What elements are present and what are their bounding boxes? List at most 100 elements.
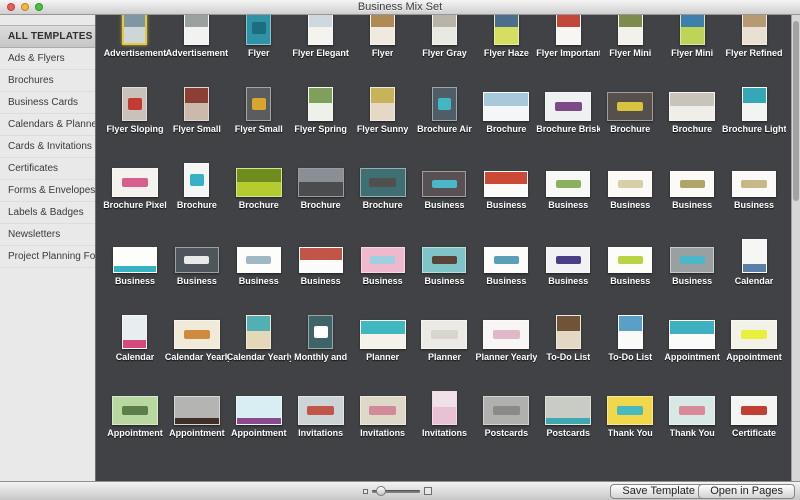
- template-cell[interactable]: Business: [537, 145, 599, 221]
- template-cell[interactable]: Business: [537, 221, 599, 297]
- template-cell[interactable]: Appointment: [104, 373, 166, 449]
- template-thumbnail[interactable]: [360, 396, 406, 425]
- template-cell[interactable]: Brochure: [352, 145, 414, 221]
- template-cell[interactable]: Flyer Spring: [290, 69, 352, 145]
- template-thumbnail[interactable]: [483, 396, 529, 425]
- template-cell[interactable]: Flyer Mini: [599, 15, 661, 69]
- template-cell[interactable]: Invitations: [414, 373, 476, 449]
- template-cell[interactable]: Thank You: [661, 373, 723, 449]
- sidebar-item-cards-invitations[interactable]: Cards & Invitations: [0, 136, 95, 158]
- sidebar-item-certificates[interactable]: Certificates: [0, 158, 95, 180]
- template-cell[interactable]: [723, 449, 785, 481]
- template-cell[interactable]: Appointment: [723, 297, 785, 373]
- template-cell[interactable]: Flyer Elegant: [290, 15, 352, 69]
- template-cell[interactable]: To-Do List: [537, 297, 599, 373]
- template-cell[interactable]: Flyer Important: [537, 15, 599, 69]
- template-thumbnail[interactable]: [112, 396, 158, 425]
- template-cell[interactable]: [475, 449, 537, 481]
- vertical-scrollbar[interactable]: [791, 15, 800, 481]
- template-thumbnail[interactable]: [732, 171, 776, 197]
- template-cell[interactable]: Brochure Pixel: [104, 145, 166, 221]
- template-thumbnail[interactable]: [483, 92, 529, 121]
- template-cell[interactable]: Planner: [414, 297, 476, 373]
- template-thumbnail[interactable]: [608, 247, 652, 273]
- template-thumbnail[interactable]: [308, 315, 333, 349]
- template-cell[interactable]: [599, 449, 661, 481]
- template-cell[interactable]: Brochure Brisk: [537, 69, 599, 145]
- save-template-button[interactable]: Save Template: [610, 484, 707, 499]
- template-thumbnail[interactable]: [484, 247, 528, 273]
- template-cell[interactable]: Business: [228, 221, 290, 297]
- template-thumbnail[interactable]: [175, 247, 219, 273]
- slider-track[interactable]: [372, 490, 420, 493]
- template-thumbnail[interactable]: [113, 247, 157, 273]
- template-thumbnail[interactable]: [236, 396, 282, 425]
- template-cell[interactable]: Brochure: [290, 145, 352, 221]
- template-thumbnail[interactable]: [742, 87, 767, 121]
- template-cell[interactable]: Business: [661, 145, 723, 221]
- sidebar-item-newsletters[interactable]: Newsletters: [0, 224, 95, 246]
- template-cell[interactable]: [290, 449, 352, 481]
- template-cell[interactable]: Business: [414, 145, 476, 221]
- template-cell[interactable]: Invitations: [290, 373, 352, 449]
- template-cell[interactable]: Postcards: [537, 373, 599, 449]
- template-cell[interactable]: Business: [104, 221, 166, 297]
- template-thumbnail[interactable]: [494, 15, 519, 45]
- template-thumbnail[interactable]: [556, 315, 581, 349]
- template-cell[interactable]: Appointment: [228, 373, 290, 449]
- template-thumbnail[interactable]: [607, 396, 653, 425]
- sidebar-item-calendars-planners[interactable]: Calendars & Planners: [0, 114, 95, 136]
- template-thumbnail[interactable]: [545, 396, 591, 425]
- template-cell[interactable]: Flyer Small: [228, 69, 290, 145]
- sidebar-item-business-cards[interactable]: Business Cards: [0, 92, 95, 114]
- template-thumbnail[interactable]: [236, 168, 282, 197]
- template-cell[interactable]: Flyer Gray: [414, 15, 476, 69]
- template-thumbnail[interactable]: [298, 396, 344, 425]
- template-cell[interactable]: Certificate: [723, 373, 785, 449]
- template-thumbnail[interactable]: [731, 320, 777, 349]
- template-cell[interactable]: Business: [723, 145, 785, 221]
- template-thumbnail[interactable]: [670, 247, 714, 273]
- template-cell[interactable]: Brochure: [599, 69, 661, 145]
- template-thumbnail[interactable]: [308, 87, 333, 121]
- template-thumbnail[interactable]: [742, 239, 767, 273]
- scrollbar-thumb[interactable]: [793, 21, 799, 201]
- template-thumbnail[interactable]: [608, 171, 652, 197]
- template-cell[interactable]: Flyer: [352, 15, 414, 69]
- template-cell[interactable]: [537, 449, 599, 481]
- open-in-pages-button[interactable]: Open in Pages: [698, 484, 795, 499]
- template-thumbnail[interactable]: [484, 171, 528, 197]
- template-thumbnail[interactable]: [184, 87, 209, 121]
- template-cell[interactable]: [414, 449, 476, 481]
- template-cell[interactable]: [104, 449, 166, 481]
- template-thumbnail[interactable]: [370, 87, 395, 121]
- template-cell[interactable]: Calendar: [723, 221, 785, 297]
- template-thumbnail[interactable]: [556, 15, 581, 45]
- template-thumbnail[interactable]: [237, 247, 281, 273]
- template-cell[interactable]: Advertisement: [166, 15, 228, 69]
- template-cell[interactable]: Business: [599, 145, 661, 221]
- template-thumbnail[interactable]: [432, 391, 457, 425]
- template-thumbnail[interactable]: [670, 171, 714, 197]
- template-cell[interactable]: Brochure Light: [723, 69, 785, 145]
- template-thumbnail[interactable]: [546, 247, 590, 273]
- template-cell[interactable]: Brochure Air: [414, 69, 476, 145]
- template-cell[interactable]: Flyer: [228, 15, 290, 69]
- template-cell[interactable]: To-Do List: [599, 297, 661, 373]
- template-cell[interactable]: Business: [352, 221, 414, 297]
- template-thumbnail[interactable]: [308, 15, 333, 45]
- template-cell[interactable]: Business: [661, 221, 723, 297]
- template-thumbnail[interactable]: [246, 315, 271, 349]
- sidebar-item-brochures[interactable]: Brochures: [0, 70, 95, 92]
- template-thumbnail[interactable]: [246, 87, 271, 121]
- template-thumbnail[interactable]: [112, 168, 158, 197]
- template-thumbnail[interactable]: [422, 247, 466, 273]
- template-cell[interactable]: Business: [414, 221, 476, 297]
- template-thumbnail[interactable]: [432, 87, 457, 121]
- template-cell[interactable]: Appointment: [661, 297, 723, 373]
- template-thumbnail[interactable]: [174, 320, 220, 349]
- template-thumbnail[interactable]: [669, 320, 715, 349]
- template-thumbnail[interactable]: [174, 396, 220, 425]
- template-thumbnail[interactable]: [483, 320, 529, 349]
- template-cell[interactable]: Flyer Refined: [723, 15, 785, 69]
